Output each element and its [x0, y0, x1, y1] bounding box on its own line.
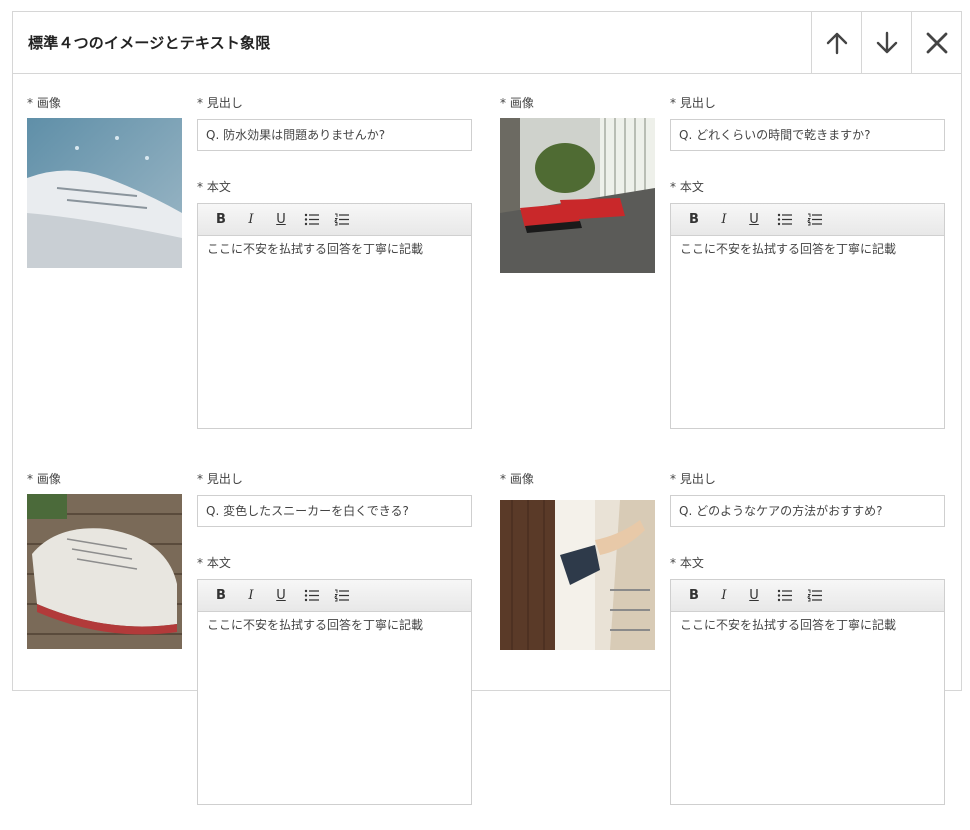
numbered-list-button[interactable]	[326, 208, 356, 232]
editor-content[interactable]: ここに不安を払拭する回答を丁寧に記載	[198, 236, 471, 262]
quadrant-3: * 画像 * 見出し Q. 変色したスニーカーを白くできる? * 本文 B I …	[27, 470, 497, 830]
bullet-list-button[interactable]	[296, 584, 326, 608]
heading-label: * 見出し	[670, 472, 716, 486]
quadrant-1: * 画像 * 見出し Q. 防水効果は問題ありませんか? * 本文 B I U …	[27, 94, 497, 454]
numbered-list-button[interactable]	[326, 584, 356, 608]
body-editor[interactable]: B I U ここに不安を払拭する回答を丁寧に記載	[670, 579, 945, 805]
numbered-list-icon	[806, 213, 822, 226]
bullet-list-icon	[777, 213, 792, 226]
bullet-list-button[interactable]	[769, 584, 799, 608]
bullet-list-icon	[777, 589, 792, 602]
image-sneaker-entrance[interactable]	[500, 500, 655, 650]
body-label: * 本文	[197, 556, 231, 570]
heading-input[interactable]: Q. どのようなケアの方法がおすすめ?	[670, 495, 945, 527]
bold-button[interactable]: B	[679, 584, 709, 608]
quadrant-4: * 画像 * 見出し Q. どのようなケアの方法がおすすめ? * 本文 B I …	[500, 470, 970, 830]
underline-button[interactable]: U	[266, 584, 296, 608]
bold-button[interactable]: B	[206, 584, 236, 608]
arrow-up-icon	[826, 32, 847, 54]
underline-button[interactable]: U	[266, 208, 296, 232]
heading-label: * 見出し	[197, 96, 243, 110]
move-down-button[interactable]	[861, 12, 911, 73]
bold-button[interactable]: B	[206, 208, 236, 232]
heading-label: * 見出し	[197, 472, 243, 486]
close-icon	[926, 32, 947, 53]
editor-content[interactable]: ここに不安を払拭する回答を丁寧に記載	[671, 612, 944, 638]
heading-input[interactable]: Q. 防水効果は問題ありませんか?	[197, 119, 472, 151]
editor-content[interactable]: ここに不安を払拭する回答を丁寧に記載	[671, 236, 944, 262]
move-up-button[interactable]	[811, 12, 861, 73]
body-label: * 本文	[670, 556, 704, 570]
editor-toolbar: B I U	[671, 204, 944, 236]
underline-button[interactable]: U	[739, 208, 769, 232]
image-sneaker-water[interactable]	[27, 118, 182, 268]
italic-button[interactable]: I	[236, 584, 266, 608]
italic-button[interactable]: I	[709, 208, 739, 232]
bold-button[interactable]: B	[679, 208, 709, 232]
bullet-list-button[interactable]	[296, 208, 326, 232]
body-editor[interactable]: B I U ここに不安を払拭する回答を丁寧に記載	[197, 203, 472, 429]
bullet-list-button[interactable]	[769, 208, 799, 232]
numbered-list-icon	[333, 213, 349, 226]
editor-content[interactable]: ここに不安を払拭する回答を丁寧に記載	[198, 612, 471, 638]
italic-button[interactable]: I	[236, 208, 266, 232]
arrow-down-icon	[876, 31, 897, 53]
close-button[interactable]	[911, 12, 961, 73]
quadrant-2: * 画像 * 見出し Q. どれくらいの時間で乾きますか? * 本文 B I U	[500, 94, 970, 454]
quadrant-panel: 標準４つのイメージとテキスト象限 * 画像 * 見出し Q. 防水効果は問題あり…	[12, 11, 962, 805]
underline-button[interactable]: U	[739, 584, 769, 608]
numbered-list-button[interactable]	[799, 584, 829, 608]
numbered-list-icon	[806, 589, 822, 602]
image-label: * 画像	[27, 472, 61, 486]
editor-toolbar: B I U	[198, 580, 471, 612]
image-label: * 画像	[500, 472, 534, 486]
image-label: * 画像	[500, 96, 534, 110]
bullet-list-icon	[304, 213, 319, 226]
panel-header: 標準４つのイメージとテキスト象限	[13, 12, 961, 74]
image-sneaker-balcony[interactable]	[500, 118, 655, 273]
body-editor[interactable]: B I U ここに不安を払拭する回答を丁寧に記載	[670, 203, 945, 429]
heading-label: * 見出し	[670, 96, 716, 110]
bullet-list-icon	[304, 589, 319, 602]
body-label: * 本文	[197, 180, 231, 194]
editor-toolbar: B I U	[671, 580, 944, 612]
heading-input[interactable]: Q. 変色したスニーカーを白くできる?	[197, 495, 472, 527]
heading-input[interactable]: Q. どれくらいの時間で乾きますか?	[670, 119, 945, 151]
image-sneaker-wooden-deck[interactable]	[27, 494, 182, 649]
numbered-list-icon	[333, 589, 349, 602]
editor-toolbar: B I U	[198, 204, 471, 236]
body-editor[interactable]: B I U ここに不安を払拭する回答を丁寧に記載	[197, 579, 472, 805]
body-label: * 本文	[670, 180, 704, 194]
image-label: * 画像	[27, 96, 61, 110]
italic-button[interactable]: I	[709, 584, 739, 608]
panel-title: 標準４つのイメージとテキスト象限	[28, 34, 271, 52]
numbered-list-button[interactable]	[799, 208, 829, 232]
